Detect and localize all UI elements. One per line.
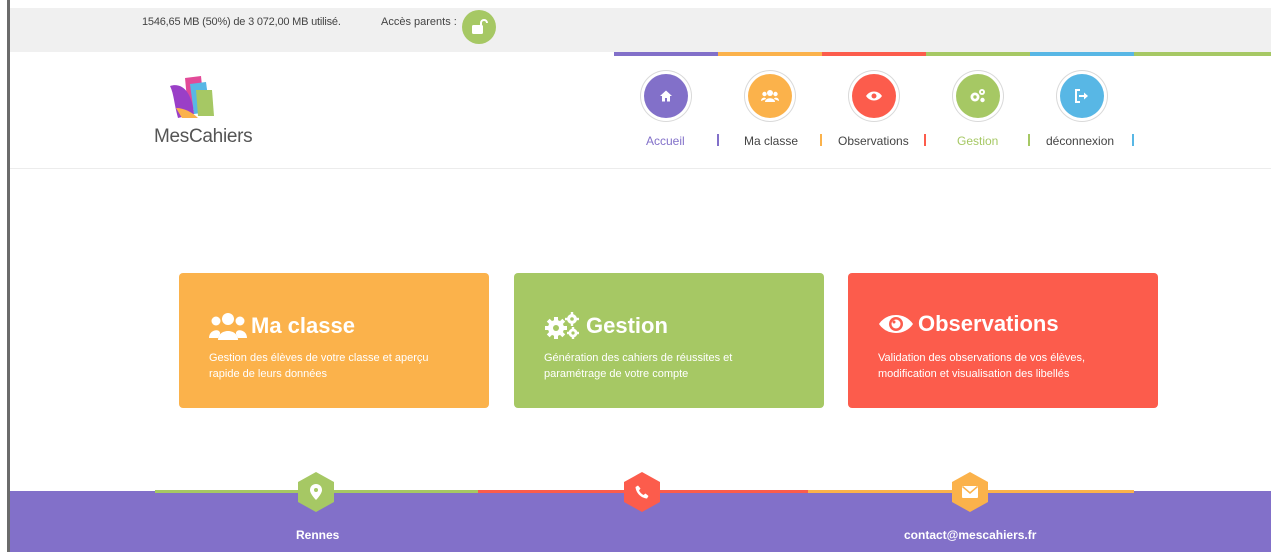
logout-icon xyxy=(1060,74,1104,118)
nav-deconnexion-label[interactable]: déconnexion xyxy=(1046,134,1114,148)
card-ma-classe-heading: Ma classe xyxy=(251,313,355,338)
nav-stripe-deconnexion xyxy=(1030,52,1134,56)
parents-access-label: Accès parents : xyxy=(381,16,457,28)
nav-accueil[interactable] xyxy=(616,74,716,118)
card-ma-classe-title: Ma classe xyxy=(209,311,355,341)
nav-stripe-observations xyxy=(822,52,926,56)
card-gestion[interactable]: Gestion Génération des cahiers de réussi… xyxy=(514,273,824,408)
users-icon xyxy=(209,313,247,340)
nav-accueil-label[interactable]: Accueil xyxy=(646,134,685,148)
unlock-icon xyxy=(472,19,488,34)
card-gestion-heading: Gestion xyxy=(586,313,668,338)
card-observations[interactable]: Observations Validation des observations… xyxy=(848,273,1158,408)
users-icon xyxy=(748,74,792,118)
nav-ma-classe[interactable] xyxy=(720,74,820,118)
nav-separator xyxy=(1028,134,1030,146)
card-gestion-title: Gestion xyxy=(544,311,668,341)
nav-observations[interactable] xyxy=(824,74,924,118)
footer-location: Rennes xyxy=(296,528,340,542)
logo-text: MesCahiers xyxy=(154,126,253,147)
nav-separator xyxy=(717,134,719,146)
gears-icon xyxy=(545,312,579,339)
eye-icon xyxy=(852,74,896,118)
eye-icon xyxy=(879,315,913,333)
card-gestion-desc: Génération des cahiers de réussites et p… xyxy=(544,352,733,380)
nav-stripe-gestion xyxy=(926,52,1030,56)
home-icon xyxy=(644,74,688,118)
storage-usage: 1546,65 MB (50%) de 3 072,00 MB utilisé. xyxy=(142,16,341,28)
nav-separator xyxy=(1132,134,1134,146)
gears-icon xyxy=(956,74,1000,118)
header-divider xyxy=(10,168,1271,169)
nav-stripe-accueil xyxy=(614,52,718,56)
nav-separator xyxy=(924,134,926,146)
nav-gestion-label[interactable]: Gestion xyxy=(957,134,998,148)
footer-email-link[interactable]: contact@mescahiers.fr xyxy=(904,528,1036,542)
card-observations-title: Observations xyxy=(878,311,1059,337)
nav-observations-label[interactable]: Observations xyxy=(838,134,909,148)
card-ma-classe-desc: Gestion des élèves de votre classe et ap… xyxy=(209,352,429,380)
nav-gestion[interactable] xyxy=(928,74,1028,118)
nav-stripe-end xyxy=(1134,52,1271,56)
nav-separator xyxy=(820,134,822,146)
nav-ma-classe-label[interactable]: Ma classe xyxy=(744,134,798,148)
card-ma-classe[interactable]: Ma classe Gestion des élèves de votre cl… xyxy=(179,273,489,408)
card-observations-heading: Observations xyxy=(918,311,1059,336)
nav-deconnexion[interactable] xyxy=(1032,74,1132,118)
card-observations-desc: Validation des observations de vos élève… xyxy=(878,352,1086,380)
top-bar xyxy=(10,8,1271,52)
nav-stripe-classe xyxy=(718,52,822,56)
window-edge xyxy=(7,0,10,552)
parents-access-button[interactable] xyxy=(462,10,496,44)
